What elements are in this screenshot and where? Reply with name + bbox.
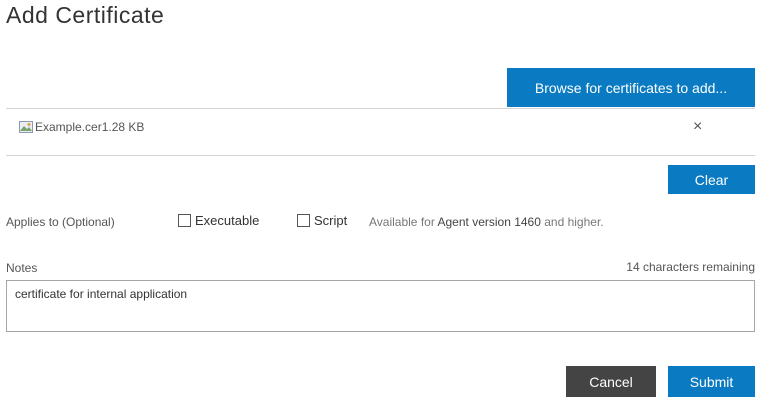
availability-prefix: Available for: [369, 215, 438, 229]
file-size: 1.28 KB: [101, 120, 145, 134]
script-checkbox[interactable]: Script: [297, 213, 347, 228]
executable-label: Executable: [195, 213, 260, 228]
script-label: Script: [314, 213, 348, 228]
notes-textarea[interactable]: certificate for internal application: [6, 280, 755, 332]
page-title: Add Certificate: [6, 2, 165, 28]
checkbox-icon[interactable]: [297, 214, 310, 227]
executable-checkbox[interactable]: Executable: [178, 213, 259, 228]
divider-top: [6, 108, 755, 109]
file-image-icon: [19, 121, 33, 133]
cancel-button[interactable]: Cancel: [566, 366, 656, 397]
checkbox-icon[interactable]: [178, 214, 191, 227]
clear-button[interactable]: Clear: [668, 165, 755, 194]
remove-file-icon[interactable]: ×: [693, 118, 702, 136]
divider-bottom: [6, 155, 755, 156]
submit-button[interactable]: Submit: [668, 366, 755, 397]
file-name: Example.cer: [35, 120, 102, 134]
characters-remaining: 14 characters remaining: [626, 260, 755, 274]
browse-certificates-button[interactable]: Browse for certificates to add...: [507, 68, 755, 107]
applies-to-label: Applies to (Optional): [6, 215, 115, 229]
availability-suffix: and higher.: [540, 215, 604, 229]
add-certificate-dialog: Add Certificate Browse for certificates …: [0, 0, 760, 403]
file-list-item: Example.cer 1.28 KB: [19, 120, 144, 134]
agent-version: Agent version 1460: [437, 215, 541, 229]
notes-label: Notes: [6, 261, 38, 275]
availability-note: Available for Agent version 1460 and hig…: [369, 215, 604, 229]
